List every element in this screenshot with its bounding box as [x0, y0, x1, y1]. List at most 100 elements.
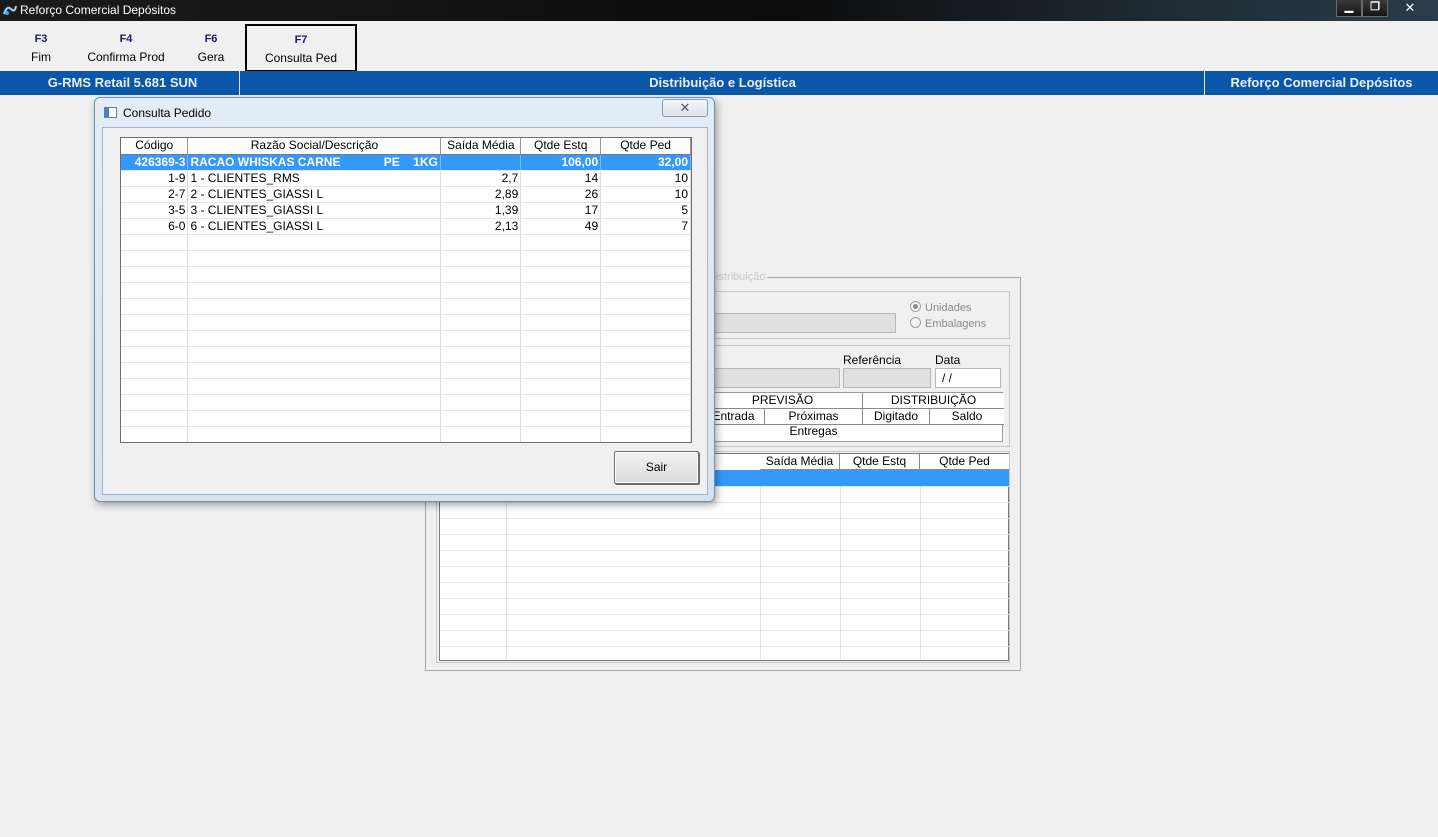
restore-button[interactable]: ❐ — [1362, 0, 1388, 17]
cell-empty — [187, 426, 442, 442]
cell-empty — [600, 378, 691, 395]
cell-empty — [121, 250, 189, 267]
cell-descricao: 3 - CLIENTES_GIASSI L — [187, 202, 442, 219]
cell-empty — [440, 234, 522, 251]
cell-empty — [187, 394, 442, 411]
saida-media-header: Saída Média — [760, 454, 840, 470]
pedido-row-empty[interactable] — [121, 250, 691, 267]
cell-empty — [187, 266, 442, 283]
cell-empty — [440, 378, 522, 395]
f7-consulta-ped-button[interactable]: F7 Consulta Ped — [245, 24, 357, 72]
window-title-bar: Reforço Comercial Depósitos ▁ ❐ ✕ — [0, 0, 1438, 21]
col-qtde-estq-header[interactable]: Qtde Estq — [520, 138, 602, 155]
cell-empty — [600, 362, 691, 379]
radio-embalagens-label: Embalagens — [925, 318, 987, 330]
radio-embalagens[interactable]: Embalagens — [910, 317, 986, 330]
col-codigo-header[interactable]: Código — [121, 138, 189, 155]
col-razao-social-header[interactable]: Razão Social/Descrição — [187, 138, 442, 155]
pedido-row-empty[interactable] — [121, 362, 691, 379]
pedido-row-selected[interactable]: 426369-3 RACAO WHISKAS CARNE PE 1KG 106,00… — [121, 154, 691, 171]
function-key-toolbar: F3 Fim F4 Confirma Prod F6 Gera F7 Consu… — [0, 21, 1438, 72]
f7-key-label: F7 — [294, 34, 308, 46]
pedido-row-empty[interactable] — [121, 314, 691, 331]
distribution-group-legend: Distribuição — [706, 271, 768, 283]
grid-row-line — [440, 566, 1009, 567]
pedido-row-empty[interactable] — [121, 282, 691, 299]
grid-row-line — [440, 518, 1009, 519]
window-controls: ▁ ❐ ✕ — [1336, 0, 1432, 17]
product-description-field[interactable] — [714, 313, 896, 333]
cell-empty — [121, 426, 189, 442]
f3-action-label: Fim — [31, 50, 51, 64]
close-button[interactable]: ✕ — [1388, 0, 1432, 17]
cell-empty — [520, 234, 602, 251]
radio-dot-icon — [910, 301, 921, 312]
pedido-row-empty[interactable] — [121, 378, 691, 395]
grid-row-line — [440, 630, 1009, 631]
pedido-row-empty[interactable] — [121, 234, 691, 251]
f6-key-label: F6 — [204, 33, 218, 45]
radio-dot-icon — [910, 317, 921, 328]
sair-button[interactable]: Sair — [614, 451, 699, 484]
cell-empty — [187, 250, 442, 267]
dialog-body: Código Razão Social/Descrição Saída Médi… — [102, 127, 708, 495]
grid-column-line — [920, 486, 921, 660]
pedido-row-empty[interactable] — [121, 394, 691, 411]
pedido-row-empty[interactable] — [121, 298, 691, 315]
pedido-row-empty[interactable] — [121, 426, 691, 442]
pedido-row-empty[interactable] — [121, 346, 691, 363]
cell-empty — [187, 234, 442, 251]
cell-empty — [520, 298, 602, 315]
referencia-field[interactable] — [843, 368, 931, 388]
entrada-field[interactable] — [714, 368, 840, 388]
cell-empty — [440, 314, 522, 331]
cell-empty — [520, 282, 602, 299]
radio-unidades[interactable]: Unidades — [910, 301, 971, 314]
pedido-grid[interactable]: Código Razão Social/Descrição Saída Médi… — [120, 137, 692, 443]
module-header-strip: G-RMS Retail 5.681 SUN Distribuição e Lo… — [0, 71, 1438, 95]
f4-action-label: Confirma Prod — [87, 50, 165, 64]
cell-empty — [520, 266, 602, 283]
cell-empty — [121, 234, 189, 251]
close-icon: ✕ — [679, 100, 691, 115]
consulta-pedido-dialog: Consulta Pedido ✕ Código Razão Social/De… — [94, 97, 715, 502]
cell-saida: 1,39 — [440, 202, 522, 219]
cell-empty — [121, 282, 189, 299]
pedido-row-empty[interactable] — [121, 266, 691, 283]
cell-empty — [440, 330, 522, 347]
dialog-close-button[interactable]: ✕ — [662, 99, 708, 117]
cell-estq: 26 — [520, 186, 602, 203]
col-saida-media-header[interactable]: Saída Média — [440, 138, 522, 155]
pedido-row[interactable]: 6-0 6 - CLIENTES_GIASSI L 2,13 49 7 — [121, 218, 691, 235]
minimize-button[interactable]: ▁ — [1336, 0, 1362, 17]
cell-empty — [600, 426, 691, 442]
cell-empty — [520, 346, 602, 363]
cell-empty — [520, 394, 602, 411]
cell-empty — [121, 298, 189, 315]
col-qtde-ped-header[interactable]: Qtde Ped — [600, 138, 691, 155]
f6-action-label: Gera — [197, 50, 225, 64]
digitado-header: Digitado — [863, 409, 930, 425]
f6-gera-button[interactable]: F6 Gera — [192, 21, 230, 71]
cell-empty — [520, 330, 602, 347]
f4-confirma-prod-button[interactable]: F4 Confirma Prod — [82, 21, 170, 71]
cell-empty — [520, 362, 602, 379]
pedido-row[interactable]: 1-9 1 - CLIENTES_RMS 2,7 14 10 — [121, 170, 691, 187]
pedido-table: Código Razão Social/Descrição Saída Médi… — [121, 138, 691, 442]
pedido-row[interactable]: 3-5 3 - CLIENTES_GIASSI L 1,39 17 5 — [121, 202, 691, 219]
pedido-row-empty[interactable] — [121, 330, 691, 347]
data-field[interactable]: / / — [935, 368, 1001, 388]
cell-empty — [440, 282, 522, 299]
cell-saida: 2,13 — [440, 218, 522, 235]
cell-estq: 14 — [520, 170, 602, 187]
pedido-row[interactable]: 2-7 2 - CLIENTES_GIASSI L 2,89 26 10 — [121, 186, 691, 203]
pedido-row-empty[interactable] — [121, 410, 691, 427]
cell-empty — [440, 410, 522, 427]
cell-empty — [187, 346, 442, 363]
cell-empty — [121, 266, 189, 283]
cell-codigo: 426369-3 — [121, 154, 189, 171]
grid-row-line — [440, 502, 1009, 503]
cell-empty — [187, 330, 442, 347]
f3-fim-button[interactable]: F3 Fim — [22, 21, 60, 71]
pedido-rows: 426369-3 RACAO WHISKAS CARNE PE 1KG 106,00… — [121, 154, 691, 442]
